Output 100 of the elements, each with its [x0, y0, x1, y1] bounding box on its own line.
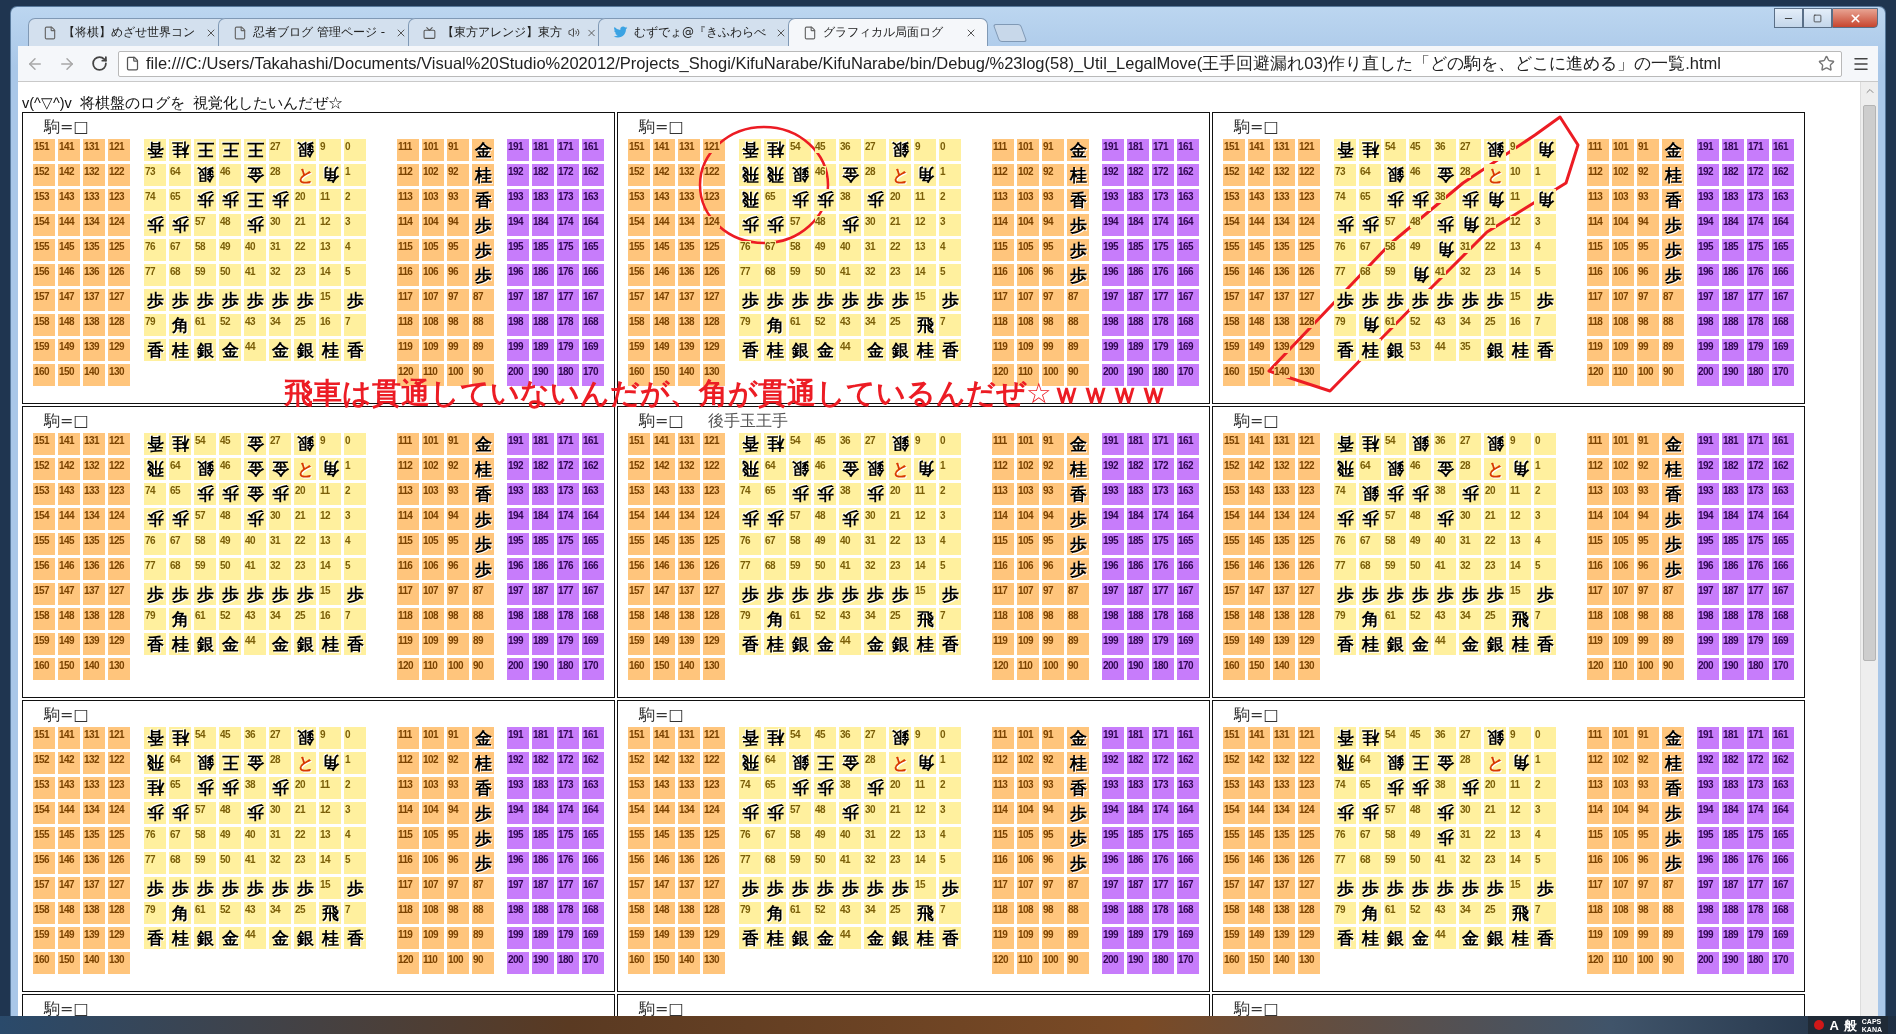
board-square: 159	[1223, 633, 1245, 655]
board-square: 134	[678, 508, 700, 530]
board-square: 125	[108, 533, 130, 555]
shogi-piece: 歩	[864, 877, 886, 899]
board-square: 99	[1042, 339, 1064, 361]
board-square: 180	[1152, 658, 1174, 680]
board-square: 171	[557, 727, 579, 749]
board-square: 136	[678, 852, 700, 874]
board-square: 156	[1223, 558, 1245, 580]
board-square: 13	[319, 533, 341, 555]
board-square: 11	[1509, 483, 1531, 505]
shogi-piece: 歩	[269, 777, 291, 799]
board-square: 165	[582, 533, 604, 555]
shogi-piece: 歩	[1067, 558, 1089, 580]
board-square: 109	[1017, 339, 1039, 361]
bookmark-star-icon[interactable]	[1818, 55, 1835, 72]
board-square: 160	[1223, 952, 1245, 974]
board-square: 162	[1772, 164, 1794, 186]
board-square: 152	[628, 458, 650, 480]
input-mode-label[interactable]: 般	[1843, 1018, 1857, 1032]
board-square: 64	[764, 458, 786, 480]
tray-dot-icon[interactable]	[1814, 1020, 1825, 1030]
board-square: 113	[1587, 777, 1609, 799]
reload-icon[interactable]	[90, 55, 108, 72]
board-square: 2	[939, 777, 961, 799]
minimize-button[interactable]	[1774, 8, 1803, 28]
shogi-piece: 桂	[1067, 458, 1089, 480]
address-field[interactable]: file:///C:/Users/Takahashi/Documents/Visual%20Studio%202012/Projects_Shogi/KifuNarabe/KifuNarabe/bin/Debug/%23log(58)_Util_LegalMove(王手回避漏れ03)作り直した「どの駒を、どこに進める」の一覧.html	[118, 50, 1842, 77]
board-square: 106	[1017, 264, 1039, 286]
board-square: 191	[507, 139, 529, 161]
board-square: 170	[1177, 658, 1199, 680]
shogi-piece: 歩	[889, 289, 911, 311]
browser-tab[interactable]: グラフィカル局面ログ	[788, 18, 988, 46]
board-square: 180	[1152, 364, 1174, 386]
shogi-piece: 銀	[1384, 164, 1406, 186]
board-square: 38	[839, 483, 861, 505]
board-square: 110	[1612, 364, 1634, 386]
shogi-piece: 歩	[839, 508, 861, 530]
board-square: 140	[678, 364, 700, 386]
shogi-piece: 歩	[789, 777, 811, 799]
board-square: 113	[992, 189, 1014, 211]
shogi-piece: 香	[1334, 927, 1356, 949]
shogi-piece: 桂	[1067, 752, 1089, 774]
board-square: 0	[1534, 727, 1556, 749]
board-square: 91	[1637, 139, 1659, 161]
board-square: 126	[703, 852, 725, 874]
board-square: 59	[194, 264, 216, 286]
board-square: 164	[582, 214, 604, 236]
board-square: 124	[108, 508, 130, 530]
shogi-piece: 角	[1484, 189, 1506, 211]
close-button[interactable]	[1832, 8, 1878, 28]
board-square: 5	[939, 852, 961, 874]
board-square: 68	[1359, 264, 1381, 286]
board-square: 74	[739, 483, 761, 505]
board-square: 43	[244, 608, 266, 630]
board-square: 0	[939, 433, 961, 455]
shogi-piece: 香	[344, 927, 366, 949]
shogi-piece: 飛	[319, 902, 341, 924]
board-square: 186	[1127, 852, 1149, 874]
input-mode-label[interactable]: A	[1829, 1018, 1839, 1032]
board-square: 34	[269, 314, 291, 336]
board-square: 169	[582, 339, 604, 361]
shogi-piece: 歩	[814, 289, 836, 311]
board-square: 184	[1722, 802, 1744, 824]
shogi-piece: 歩	[1067, 239, 1089, 261]
board-square: 10	[1509, 164, 1531, 186]
board-square: 107	[422, 583, 444, 605]
scrollbar-thumb[interactable]	[1863, 105, 1876, 661]
maximize-button[interactable]	[1803, 8, 1832, 28]
shogi-piece: 角	[764, 608, 786, 630]
board-square: 172	[557, 164, 579, 186]
board-square: 106	[1612, 852, 1634, 874]
board-square: 187	[1127, 289, 1149, 311]
shogi-piece: 銀	[889, 339, 911, 361]
board-square: 21	[294, 508, 316, 530]
board-square: 146	[58, 852, 80, 874]
shogi-piece: 香	[739, 433, 761, 455]
board-square: 127	[1298, 877, 1320, 899]
board-square: 178	[1152, 608, 1174, 630]
shogi-piece: 歩	[1334, 802, 1356, 824]
board-square: 89	[1067, 633, 1089, 655]
shogi-piece: 香	[939, 339, 961, 361]
shogi-piece: 銀	[1484, 139, 1506, 161]
board-square: 147	[58, 877, 80, 899]
board-square: 141	[1248, 433, 1270, 455]
board-square: 105	[1017, 533, 1039, 555]
board-square: 166	[1177, 558, 1199, 580]
shogi-piece: 歩	[144, 802, 166, 824]
board-square: 132	[678, 752, 700, 774]
board-square: 1	[939, 752, 961, 774]
board-square: 96	[447, 264, 469, 286]
board-square: 151	[1223, 139, 1245, 161]
board-square: 11	[319, 189, 341, 211]
board-square: 188	[1722, 314, 1744, 336]
board-square: 115	[1587, 239, 1609, 261]
board-square: 173	[1152, 189, 1174, 211]
board-square: 43	[1434, 314, 1456, 336]
board-square: 163	[1772, 777, 1794, 799]
board-square: 145	[1248, 533, 1270, 555]
board-square: 92	[447, 164, 469, 186]
